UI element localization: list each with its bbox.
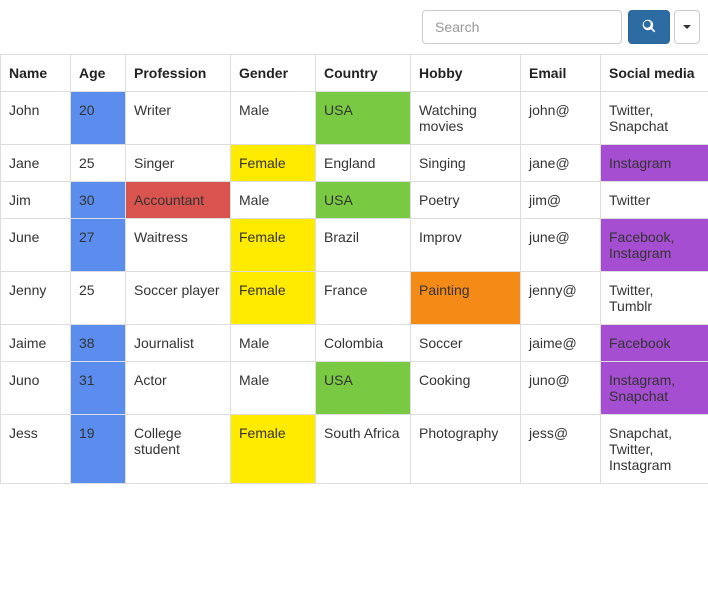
- cell-hobby: Improv: [411, 219, 521, 272]
- cell-social: Twitter: [601, 182, 708, 219]
- col-header-profession[interactable]: Profession: [126, 55, 231, 92]
- table-row: Jim30AccountantMaleUSAPoetryjim@Twitter: [1, 182, 708, 219]
- cell-email: juno@: [521, 362, 601, 415]
- cell-age: 19: [71, 415, 126, 484]
- toolbar: [0, 0, 708, 54]
- cell-age: 38: [71, 325, 126, 362]
- cell-country: Colombia: [316, 325, 411, 362]
- table-row: Jane25SingerFemaleEnglandSingingjane@Ins…: [1, 145, 708, 182]
- cell-profession: Accountant: [126, 182, 231, 219]
- cell-email: jane@: [521, 145, 601, 182]
- col-header-country[interactable]: Country: [316, 55, 411, 92]
- cell-age: 20: [71, 92, 126, 145]
- table-row: John20WriterMaleUSAWatching moviesjohn@T…: [1, 92, 708, 145]
- cell-gender: Male: [231, 362, 316, 415]
- table-row: June27WaitressFemaleBrazilImprovjune@Fac…: [1, 219, 708, 272]
- cell-hobby: Watching movies: [411, 92, 521, 145]
- table-row: Jess19College studentFemaleSouth AfricaP…: [1, 415, 708, 484]
- cell-age: 25: [71, 145, 126, 182]
- cell-country: England: [316, 145, 411, 182]
- search-input[interactable]: [422, 10, 622, 44]
- cell-profession: Waitress: [126, 219, 231, 272]
- col-header-age[interactable]: Age: [71, 55, 126, 92]
- table-row: Jaime38JournalistMaleColombiaSoccerjaime…: [1, 325, 708, 362]
- cell-age: 31: [71, 362, 126, 415]
- cell-email: june@: [521, 219, 601, 272]
- cell-profession: Journalist: [126, 325, 231, 362]
- cell-hobby: Singing: [411, 145, 521, 182]
- cell-name: Jess: [1, 415, 71, 484]
- cell-social: Twitter, Snapchat: [601, 92, 708, 145]
- cell-gender: Male: [231, 325, 316, 362]
- search-icon: [642, 19, 656, 36]
- cell-country: France: [316, 272, 411, 325]
- cell-social: Twitter, Tumblr: [601, 272, 708, 325]
- cell-name: June: [1, 219, 71, 272]
- col-header-hobby[interactable]: Hobby: [411, 55, 521, 92]
- cell-hobby: Cooking: [411, 362, 521, 415]
- cell-gender: Female: [231, 272, 316, 325]
- cell-social: Instagram: [601, 145, 708, 182]
- cell-profession: Soccer player: [126, 272, 231, 325]
- cell-gender: Male: [231, 182, 316, 219]
- col-header-email[interactable]: Email: [521, 55, 601, 92]
- cell-hobby: Photography: [411, 415, 521, 484]
- cell-country: South Africa: [316, 415, 411, 484]
- cell-gender: Female: [231, 415, 316, 484]
- col-header-gender[interactable]: Gender: [231, 55, 316, 92]
- cell-country: USA: [316, 362, 411, 415]
- cell-country: Brazil: [316, 219, 411, 272]
- cell-profession: Actor: [126, 362, 231, 415]
- cell-profession: Writer: [126, 92, 231, 145]
- cell-name: Jane: [1, 145, 71, 182]
- cell-email: jim@: [521, 182, 601, 219]
- cell-email: jenny@: [521, 272, 601, 325]
- cell-age: 25: [71, 272, 126, 325]
- cell-email: jaime@: [521, 325, 601, 362]
- cell-country: USA: [316, 92, 411, 145]
- col-header-name[interactable]: Name: [1, 55, 71, 92]
- cell-name: John: [1, 92, 71, 145]
- cell-gender: Male: [231, 92, 316, 145]
- cell-email: jess@: [521, 415, 601, 484]
- cell-profession: Singer: [126, 145, 231, 182]
- cell-gender: Female: [231, 219, 316, 272]
- col-header-social[interactable]: Social media: [601, 55, 708, 92]
- cell-name: Jenny: [1, 272, 71, 325]
- search-options-dropdown[interactable]: [674, 10, 700, 44]
- search-button[interactable]: [628, 10, 670, 44]
- cell-hobby: Painting: [411, 272, 521, 325]
- cell-age: 30: [71, 182, 126, 219]
- cell-social: Snapchat, Twitter, Instagram: [601, 415, 708, 484]
- table-header-row: Name Age Profession Gender Country Hobby…: [1, 55, 708, 92]
- cell-social: Facebook, Instagram: [601, 219, 708, 272]
- cell-profession: College student: [126, 415, 231, 484]
- cell-country: USA: [316, 182, 411, 219]
- cell-hobby: Poetry: [411, 182, 521, 219]
- data-table: Name Age Profession Gender Country Hobby…: [0, 54, 708, 484]
- cell-name: Jim: [1, 182, 71, 219]
- cell-age: 27: [71, 219, 126, 272]
- table-row: Juno31ActorMaleUSACookingjuno@Instagram,…: [1, 362, 708, 415]
- cell-name: Juno: [1, 362, 71, 415]
- cell-social: Facebook: [601, 325, 708, 362]
- cell-social: Instagram, Snapchat: [601, 362, 708, 415]
- caret-down-icon: [683, 25, 691, 29]
- cell-gender: Female: [231, 145, 316, 182]
- cell-name: Jaime: [1, 325, 71, 362]
- cell-email: john@: [521, 92, 601, 145]
- table-row: Jenny25Soccer playerFemaleFrancePainting…: [1, 272, 708, 325]
- cell-hobby: Soccer: [411, 325, 521, 362]
